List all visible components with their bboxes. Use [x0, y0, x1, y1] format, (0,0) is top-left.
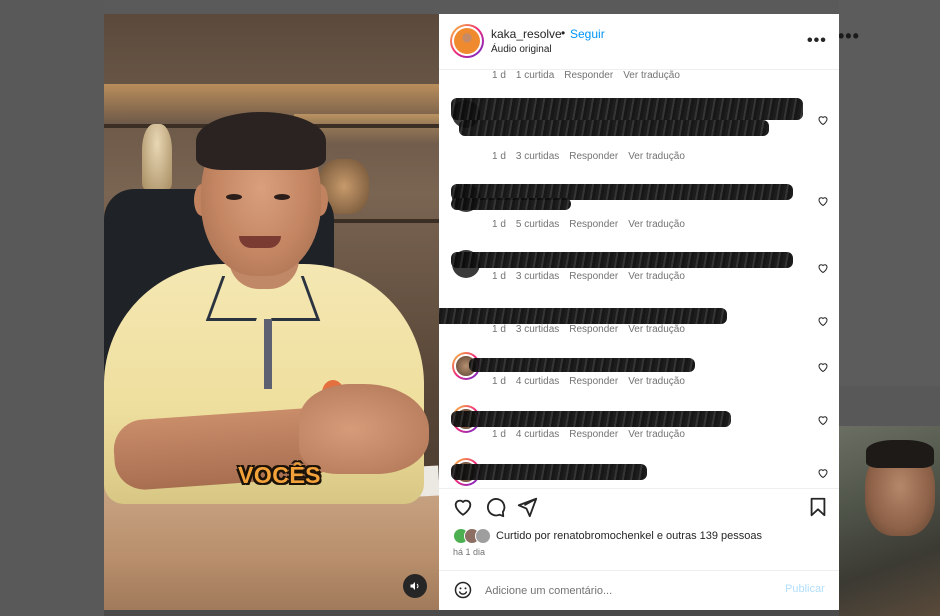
comment-likes[interactable]: 4 curtidas [516, 376, 559, 387]
comment-translate-button[interactable]: Ver tradução [628, 376, 685, 387]
author-avatar-image [454, 28, 480, 54]
comment-translate-button[interactable]: Ver tradução [628, 324, 685, 335]
comment-likes[interactable]: 3 curtidas [516, 151, 559, 162]
redacted-comment-text [451, 98, 803, 120]
comment-likes[interactable]: 3 curtidas [516, 271, 559, 282]
audio-icon [410, 582, 419, 590]
background-bottom [104, 610, 839, 616]
comment-like-icon[interactable] [817, 467, 829, 479]
audio-link[interactable]: Áudio original [491, 44, 552, 55]
background-thumbnail-hair [866, 440, 934, 468]
liked-by-text: Curtido por renatobromochenkel e outras … [496, 530, 762, 542]
comment-time: 1 d [492, 219, 506, 230]
comment-like-icon[interactable] [817, 114, 829, 126]
comment-meta: 1 d 3 curtidas Responder Ver tradução [492, 324, 695, 335]
person-eye [226, 194, 242, 200]
comment-meta: 1 d 1 curtida Responder Ver tradução [492, 70, 690, 81]
comment-time: 1 d [492, 324, 506, 335]
comment-reply-button[interactable]: Responder [569, 324, 618, 335]
author-username[interactable]: kaka_resolve [491, 27, 562, 41]
comment-translate-button[interactable]: Ver tradução [628, 219, 685, 230]
post-side-panel: kaka_resolve • Seguir Áudio original •••… [439, 14, 839, 610]
comment-time: 1 d [492, 376, 506, 387]
redacted-comment-text [451, 411, 731, 427]
comment-reply-button[interactable]: Responder [564, 70, 613, 81]
separator-dot: • [561, 26, 566, 40]
liked-by-user[interactable]: renatobromochenkel [553, 530, 653, 542]
emoji-icon[interactable] [453, 580, 473, 600]
comment-meta: 1 d 4 curtidas Responder Ver tradução [492, 376, 695, 387]
comment-meta: 1 d 3 curtidas Responder Ver tradução [492, 271, 695, 282]
comment-time: 1 d [492, 151, 506, 162]
bookmark-icon[interactable] [807, 496, 829, 518]
redacted-comment-text [469, 358, 695, 372]
person-mouth [239, 236, 281, 248]
shirt-placket [264, 319, 272, 389]
post-header: kaka_resolve • Seguir Áudio original ••• [439, 14, 839, 70]
liker-avatar [475, 528, 491, 544]
post-timestamp[interactable]: há 1 dia [453, 547, 485, 557]
comment-translate-button[interactable]: Ver tradução [623, 70, 680, 81]
comment-icon[interactable] [484, 496, 506, 518]
comment-likes[interactable]: 5 curtidas [516, 219, 559, 230]
background-more-icon[interactable]: ••• [838, 26, 860, 47]
audio-toggle-button[interactable] [403, 574, 427, 598]
comment-translate-button[interactable]: Ver tradução [628, 151, 685, 162]
share-icon[interactable] [516, 496, 538, 518]
comment-like-icon[interactable] [817, 414, 829, 426]
more-options-icon[interactable]: ••• [807, 32, 827, 50]
like-heart-icon[interactable] [452, 496, 474, 518]
comment-time: 1 d [492, 70, 506, 81]
comment-reply-button[interactable]: Responder [569, 376, 618, 387]
redacted-comment-text [459, 120, 769, 136]
comment-meta: 1 d 5 curtidas Responder Ver tradução [492, 219, 695, 230]
post-actions-bar: Curtido por renatobromochenkel e outras … [439, 488, 839, 558]
person-hair [196, 112, 326, 170]
comment-translate-button[interactable]: Ver tradução [628, 429, 685, 440]
liked-by-prefix: Curtido por [496, 530, 551, 542]
comment-time: 1 d [492, 271, 506, 282]
comment-likes[interactable]: 1 curtida [516, 70, 554, 81]
comment-like-icon[interactable] [817, 361, 829, 373]
video-subtitle: VOCÊS [238, 462, 322, 488]
comment-translate-button[interactable]: Ver tradução [628, 271, 685, 282]
background-block [839, 386, 940, 426]
comment-likes[interactable]: 4 curtidas [516, 429, 559, 440]
comment-like-icon[interactable] [817, 315, 829, 327]
comment-time: 1 d [492, 429, 506, 440]
author-avatar[interactable] [450, 24, 484, 58]
redacted-comment-text [439, 308, 727, 324]
liked-by-suffix[interactable]: e outras 139 pessoas [657, 530, 762, 542]
publish-comment-button[interactable]: Publicar [785, 583, 825, 595]
comment-reply-button[interactable]: Responder [569, 151, 618, 162]
comment-meta: 1 d 4 curtidas Responder Ver tradução [492, 429, 695, 440]
background-top [104, 0, 839, 14]
background-left [0, 0, 104, 616]
add-comment-bar: Publicar [439, 570, 839, 610]
comment-likes[interactable]: 3 curtidas [516, 324, 559, 335]
comment-reply-button[interactable]: Responder [569, 429, 618, 440]
reel-video[interactable]: VOCÊS [104, 14, 439, 610]
liked-by-summary[interactable]: Curtido por renatobromochenkel e outras … [453, 527, 762, 545]
redacted-comment-text [451, 464, 647, 480]
redacted-comment-text [451, 252, 793, 268]
person-eye [274, 194, 290, 200]
comment-meta: 1 d 3 curtidas Responder Ver tradução [492, 151, 695, 162]
comment-like-icon[interactable] [817, 262, 829, 274]
trophy [142, 124, 172, 189]
redacted-comment-text [451, 198, 571, 210]
comment-reply-button[interactable]: Responder [569, 271, 618, 282]
comment-like-icon[interactable] [817, 195, 829, 207]
person-hands [299, 384, 429, 474]
comment-reply-button[interactable]: Responder [569, 219, 618, 230]
comments-list[interactable]: 1 d 1 curtida Responder Ver tradução 1 d 3 c… [439, 70, 839, 488]
follow-button[interactable]: Seguir [570, 27, 605, 41]
comment-input[interactable] [485, 582, 765, 600]
